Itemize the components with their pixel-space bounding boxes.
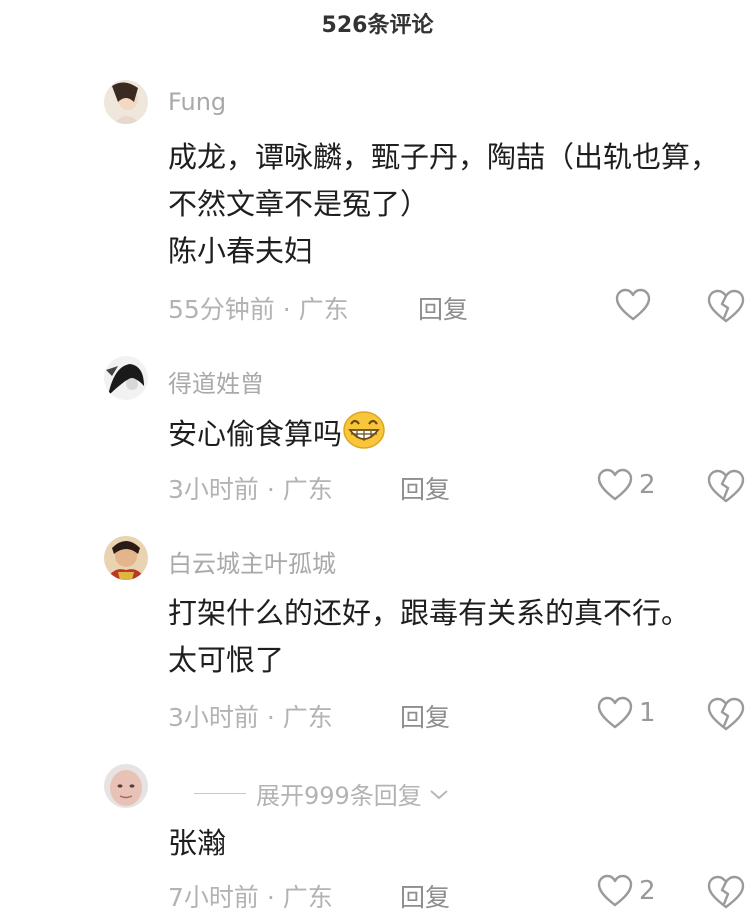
reply-button[interactable]: 回复 bbox=[400, 470, 450, 506]
grin-emoji-icon bbox=[343, 411, 385, 449]
dislike-button[interactable] bbox=[706, 288, 746, 324]
heart-outline-icon bbox=[615, 288, 651, 321]
comment-author[interactable]: Fung bbox=[168, 88, 226, 116]
heart-outline-icon bbox=[597, 874, 633, 907]
comment-time-location: 3小时前 · 广东 bbox=[168, 703, 333, 732]
comment-author[interactable]: 得道姓曾 bbox=[168, 364, 264, 399]
like-button[interactable]: 2 bbox=[597, 468, 656, 502]
divider bbox=[194, 793, 246, 794]
heart-outline-icon bbox=[597, 468, 633, 501]
like-count: 2 bbox=[639, 876, 656, 906]
broken-heart-icon bbox=[707, 697, 745, 731]
comment-author[interactable]: 白云城主叶孤城 bbox=[168, 544, 336, 579]
like-button[interactable]: 1 bbox=[597, 696, 656, 730]
expand-replies-button[interactable]: 展开999条回复 bbox=[194, 776, 450, 811]
comment-time-location: 7小时前 · 广东 bbox=[168, 883, 333, 912]
like-button[interactable] bbox=[615, 288, 657, 322]
reply-button[interactable]: 回复 bbox=[400, 878, 450, 914]
dislike-button[interactable] bbox=[706, 874, 746, 910]
comment-time-location: 3小时前 · 广东 bbox=[168, 475, 333, 504]
broken-heart-icon bbox=[707, 875, 745, 909]
expand-replies-label: 展开999条回复 bbox=[256, 782, 422, 810]
comment-time-location: 55分钟前 · 广东 bbox=[168, 295, 349, 324]
avatar[interactable] bbox=[104, 764, 148, 808]
chevron-down-icon bbox=[430, 789, 448, 799]
broken-heart-icon bbox=[707, 289, 745, 323]
broken-heart-icon bbox=[707, 469, 745, 503]
like-button[interactable]: 2 bbox=[597, 874, 656, 908]
like-count: 1 bbox=[639, 698, 656, 728]
comments-header: 526条评论 bbox=[0, 0, 755, 46]
dislike-button[interactable] bbox=[706, 696, 746, 732]
avatar[interactable] bbox=[104, 80, 148, 124]
comment-text: 张瀚 bbox=[168, 826, 227, 860]
comment-text: 安心偷食算吗 bbox=[168, 410, 386, 458]
like-count: 2 bbox=[639, 470, 656, 500]
dislike-button[interactable] bbox=[706, 468, 746, 504]
comment-text: 打架什么的还好，跟毒有关系的真不行。 太可恨了 bbox=[168, 596, 691, 677]
avatar[interactable] bbox=[104, 356, 148, 400]
comment-text: 成龙，谭咏麟，甄子丹，陶喆（出轨也算， 不然文章不是冤了） 陈小春夫妇 bbox=[168, 140, 720, 268]
reply-button[interactable]: 回复 bbox=[418, 290, 468, 326]
avatar[interactable] bbox=[104, 536, 148, 580]
reply-button[interactable]: 回复 bbox=[400, 698, 450, 734]
comment-count-title: 526条评论 bbox=[321, 13, 434, 38]
heart-outline-icon bbox=[597, 696, 633, 729]
